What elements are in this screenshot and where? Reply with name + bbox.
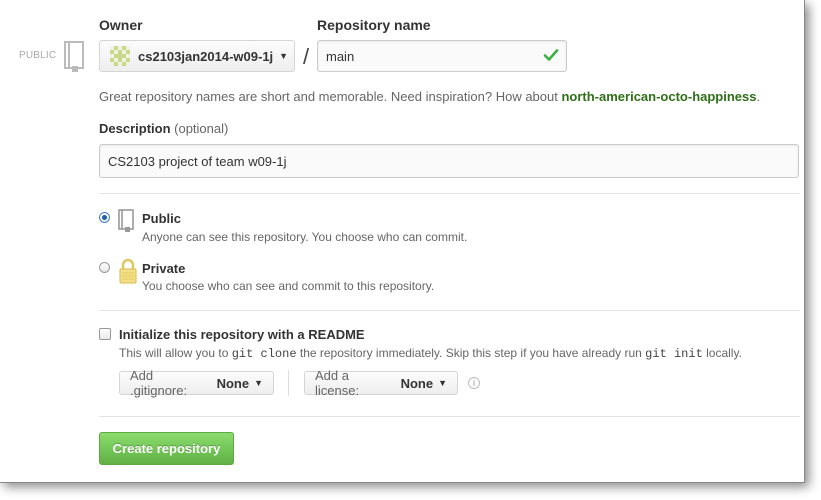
info-icon[interactable]: i: [468, 377, 480, 389]
visibility-tag: PUBLIC: [19, 50, 57, 61]
license-label: Add a license:: [315, 368, 360, 398]
chevron-down-icon: ▼: [279, 51, 289, 61]
owner-label: Owner: [99, 17, 143, 33]
avatar: [110, 46, 130, 66]
private-radio[interactable]: [99, 262, 110, 273]
suggestion-link[interactable]: north-american-octo-happiness: [561, 89, 756, 104]
description-value: CS2103 project of team w09-1j: [108, 153, 287, 169]
license-select[interactable]: Add a license: None ▼: [304, 368, 458, 398]
repo-name-input[interactable]: main: [317, 40, 567, 72]
gitignore-select[interactable]: Add .gitignore: None ▼: [119, 368, 274, 398]
new-repository-form: PUBLIC Owner Repository name cs2103jan20…: [0, 0, 805, 483]
public-book-icon: [117, 208, 137, 237]
name-hint: Great repository names are short and mem…: [99, 89, 760, 104]
private-desc: You choose who can see and commit to thi…: [142, 279, 435, 293]
owner-select[interactable]: cs2103jan2014-w09-1j ▼: [99, 40, 295, 72]
chevron-down-icon: ▼: [438, 378, 447, 388]
lock-icon: [118, 258, 138, 288]
readme-code: git init: [645, 347, 703, 361]
repo-book-icon: [62, 40, 88, 77]
readme-checkbox[interactable]: [99, 328, 111, 340]
readme-desc-text: the repository immediately. Skip this st…: [299, 346, 642, 360]
create-repository-button[interactable]: Create repository: [99, 432, 234, 465]
check-icon: [543, 49, 559, 61]
readme-desc: This will allow you to git clone the rep…: [119, 346, 742, 361]
description-label-row: Description (optional): [99, 121, 228, 136]
gitignore-value: None: [216, 375, 250, 391]
repo-name-label: Repository name: [317, 17, 431, 33]
hint-text: Great repository names are short and mem…: [99, 89, 562, 104]
divider: [99, 416, 800, 417]
private-title: Private: [142, 261, 186, 276]
divider: [99, 193, 800, 194]
description-input[interactable]: CS2103 project of team w09-1j: [99, 144, 799, 178]
description-optional: (optional): [174, 121, 229, 136]
divider: [99, 310, 800, 311]
hint-end: .: [756, 89, 761, 104]
owner-repo-separator: /: [303, 44, 310, 69]
readme-code: git clone: [231, 347, 297, 361]
readme-desc-text: locally.: [706, 346, 742, 360]
public-title: Public: [142, 211, 182, 226]
divider: [288, 370, 289, 396]
chevron-down-icon: ▼: [254, 378, 263, 388]
repo-name-value: main: [326, 48, 355, 64]
readme-label[interactable]: Initialize this repository with a README: [119, 327, 365, 342]
description-label: Description: [99, 121, 171, 136]
gitignore-label: Add .gitignore:: [130, 368, 188, 398]
license-value: None: [400, 375, 434, 391]
public-desc: Anyone can see this repository. You choo…: [142, 230, 468, 244]
owner-value: cs2103jan2014-w09-1j: [138, 48, 274, 64]
public-radio[interactable]: [99, 212, 110, 223]
readme-desc-text: This will allow you to: [119, 346, 229, 360]
